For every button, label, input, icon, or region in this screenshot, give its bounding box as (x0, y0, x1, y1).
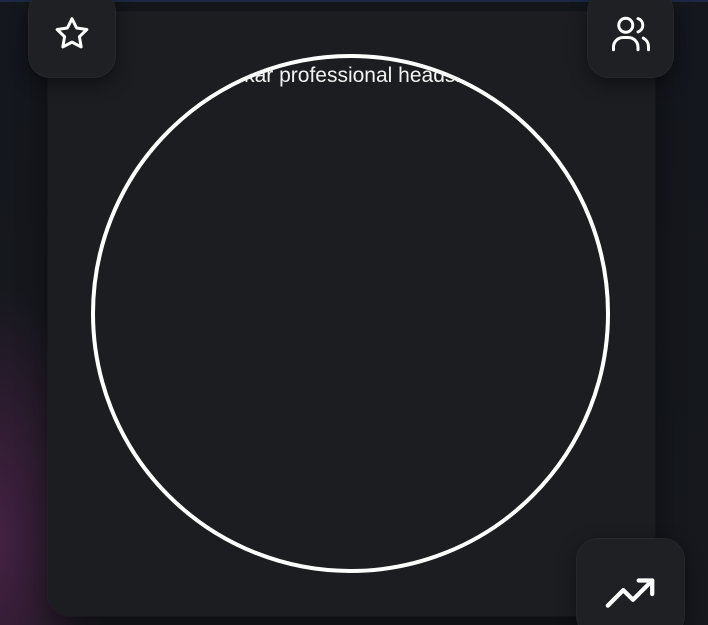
users-icon (610, 13, 652, 55)
trending-up-icon (604, 574, 658, 614)
profile-card: Ankar professional headshot (48, 12, 655, 616)
favorite-button[interactable] (28, 0, 116, 78)
avatar-alt-text: Ankar professional headshot (218, 64, 485, 87)
app-canvas: Ankar professional headshot (0, 0, 708, 625)
avatar-frame: Ankar professional headshot (91, 54, 610, 573)
star-icon (52, 14, 92, 54)
people-button[interactable] (587, 0, 674, 78)
trending-button[interactable] (576, 538, 685, 625)
